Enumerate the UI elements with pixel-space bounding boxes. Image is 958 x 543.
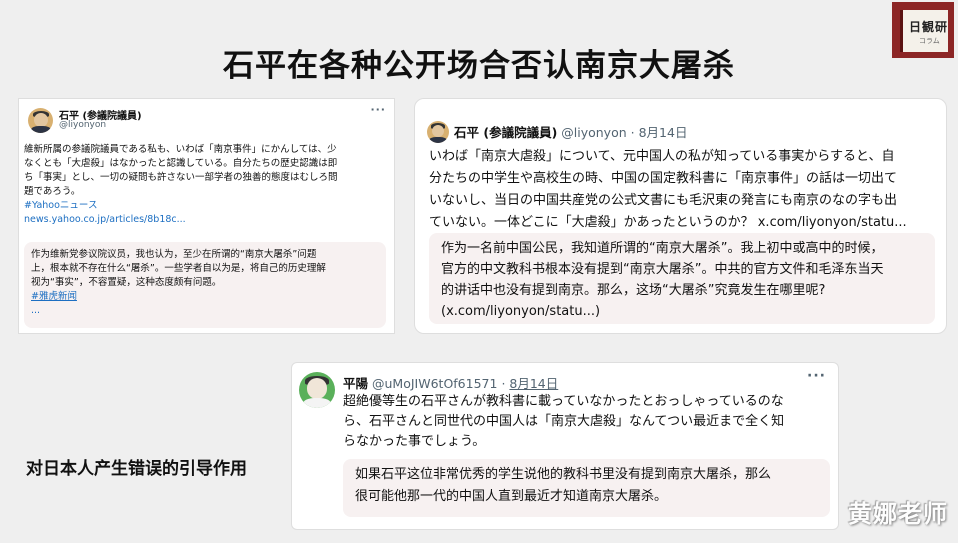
translation-box: 作为一名前中国公民，我知道所谓的“南京大屠杀”。我上初中或高中的时候， 官方的中… xyxy=(429,233,935,324)
watermark: 黄娜老师 xyxy=(848,500,948,528)
translation-box: 如果石平这位非常优秀的学生说他的教科书里没有提到南京大屠杀，那么 很可能他那一代… xyxy=(343,459,830,517)
author-handle[interactable]: @liyonyon xyxy=(561,125,626,140)
translation-line: 作为一名前中国公民，我知道所谓的“南京大屠杀”。我上初中或高中的时候， xyxy=(441,241,884,256)
tweet-text: 維新所属の参議院議員である私も、いわば「南京事件」にかんしては、少 なくとも「大… xyxy=(24,143,389,227)
separator-dot: · xyxy=(501,376,506,391)
translation-line: 作为维新党参议院议员，我也认为，至少在所谓的“南京大屠杀”问题 xyxy=(31,249,317,260)
author-name[interactable]: 石平 (参議院議員) xyxy=(454,125,557,140)
avatar[interactable] xyxy=(28,108,53,133)
tweet-text-line: ち「事実」とし、一切の疑問も許さない一部学者の独善的態度はむしろ問 xyxy=(24,172,338,183)
tweet-text-line: ら、石平さんと同世代の中国人は「南京大虐殺」なんてつい最近まで全く知 xyxy=(343,414,785,429)
tweet-text-line: 分たちの中学生や高校生の時、中国の国定教科書に「南京事件」の話は一切出て xyxy=(429,171,898,186)
tweet-text-line: いわば「南京大虐殺」について、元中国人の私が知っている事実からすると、自 xyxy=(429,149,895,164)
tweet-header: 石平 (参議院議員) @liyonyon · 8月14日 xyxy=(454,122,687,141)
author-handle[interactable]: @liyonyon xyxy=(59,120,106,130)
tweet-card-3: 平陽 @uMoJIW6tOf61571 · 8月14日 ··· 超絶優等生の石平… xyxy=(291,362,839,530)
translation-more-link[interactable]: ... xyxy=(31,304,379,318)
translation-box: 作为维新党参议院议员，我也认为，至少在所谓的“南京大屠杀”问题 上，根本就不存在… xyxy=(24,242,386,328)
brand-logo: 日観研 コラム xyxy=(892,2,954,58)
tweet-text-line: なくとも「大虐殺」はなかったと認識している。自分たちの歴史認識は即 xyxy=(24,158,338,169)
translation-line: (x.com/liyonyon/statu...) xyxy=(441,304,601,319)
avatar[interactable] xyxy=(299,372,335,408)
translation-line: 如果石平这位非常优秀的学生说他的教科书里没有提到南京大屠杀，那么 xyxy=(355,467,772,482)
tweet-text-line: いないし、当日の中国共産党の公式文書にも毛沢東の発言にも南京のなの字も出 xyxy=(429,193,898,208)
tweet-date[interactable]: 8月14日 xyxy=(509,376,558,391)
logo-book: 日観研 コラム xyxy=(900,10,948,52)
tweet-text-line: ていない。一体どこに「大虐殺」かあったというのか？ x.com/liyonyon… xyxy=(429,215,907,230)
translation-line: 官方的中文教科书根本没有提到“南京大屠杀”。中共的官方文件和毛泽东当天 xyxy=(441,262,884,277)
more-options-icon[interactable]: ··· xyxy=(807,368,826,384)
translation-line: 上，根本就不存在什么“屠杀”。一些学者自以为是，将自己的历史理解 xyxy=(31,263,326,274)
author-name[interactable]: 平陽 xyxy=(343,376,368,391)
tweet-text-line: 超絶優等生の石平さんが教科書に載っていなかったとおっしゃっているのな xyxy=(343,394,784,409)
logo-subtitle: コラム xyxy=(919,37,940,45)
tweet-text-line: 維新所属の参議院議員である私も、いわば「南京事件」にかんしては、少 xyxy=(24,144,337,155)
article-link[interactable]: news.yahoo.co.jp/articles/8b18c... xyxy=(24,213,389,227)
translation-line: 的讲话中也没有提到南京。那么，这场“大屠杀”究竟发生在哪里呢? xyxy=(441,283,826,298)
tweet-text: いわば「南京大虐殺」について、元中国人の私が知っている事実からすると、自 分たち… xyxy=(429,146,939,234)
tweet-date[interactable]: · 8月14日 xyxy=(631,125,688,140)
more-options-icon[interactable]: ··· xyxy=(370,103,386,116)
tweet-text: 超絶優等生の石平さんが教科書に載っていなかったとおっしゃっているのな ら、石平さ… xyxy=(343,392,833,452)
logo-title: 日観研 xyxy=(909,20,949,34)
hashtag-link[interactable]: #Yahooニュース xyxy=(24,199,389,213)
author-handle[interactable]: @uMoJIW6tOf61571 xyxy=(372,376,497,391)
translation-line: 很可能他那一代的中国人直到最近才知道南京大屠杀。 xyxy=(355,489,668,504)
translation-hashtag-link[interactable]: #雅虎新闻 xyxy=(31,290,379,304)
avatar[interactable] xyxy=(427,121,449,143)
tweet-card-2: 石平 (参議院議員) @liyonyon · 8月14日 いわば「南京大虐殺」に… xyxy=(414,98,947,334)
tweet-text-line: らなかった事でしょう。 xyxy=(343,434,486,449)
tweet-card-1: 石平 (参議院議員) @liyonyon ··· 維新所属の参議院議員である私も… xyxy=(18,98,395,334)
slide-title: 石平在各种公开场合否认南京大屠杀 xyxy=(223,48,735,84)
tweet-header: 平陽 @uMoJIW6tOf61571 · 8月14日 xyxy=(343,373,558,392)
annotation-text: 对日本人产生错误的引导作用 xyxy=(26,459,247,479)
tweet-text-line: 題であろう。 xyxy=(24,186,81,197)
translation-line: 视为“事实”，不容置疑，这种态度颇有问题。 xyxy=(31,277,222,288)
